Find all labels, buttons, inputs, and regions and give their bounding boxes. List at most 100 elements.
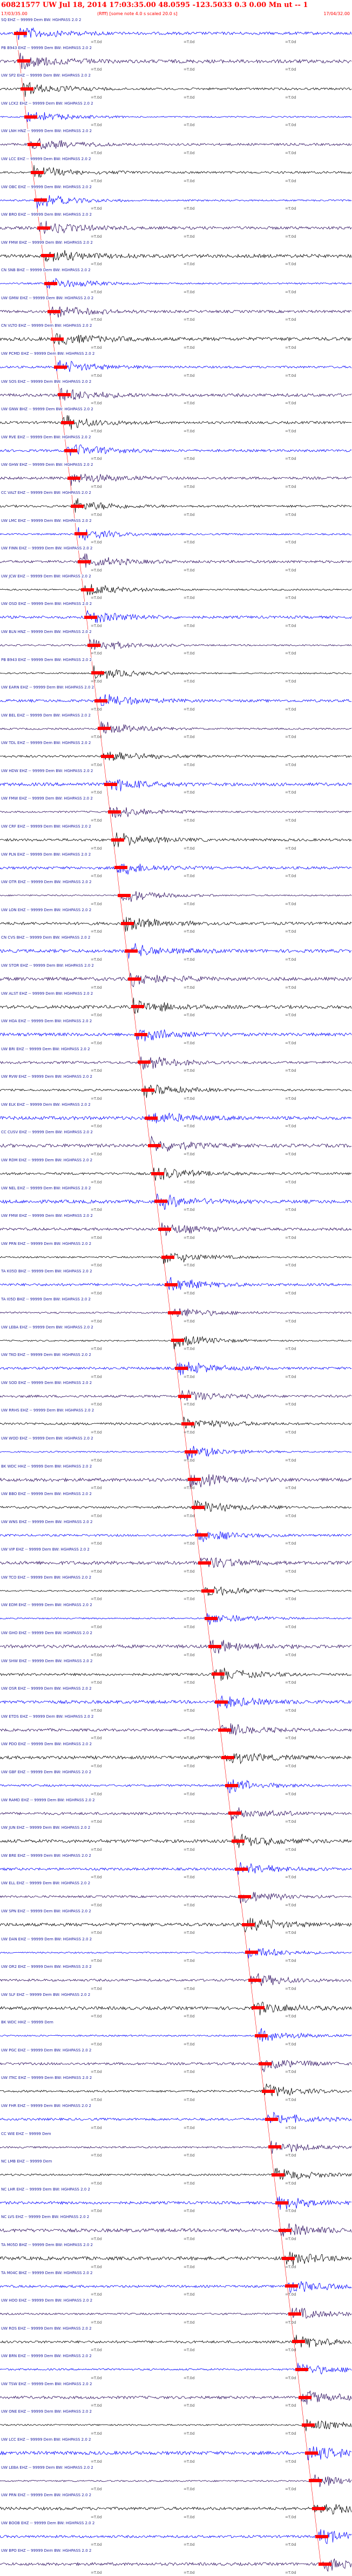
channel-label: UW BOOB EHZ -- 99999 Dem BW: HGHPASS 2.0… xyxy=(1,2520,95,2525)
time-tick-label: =T.0d xyxy=(285,484,296,489)
time-tick-label: =T.0d xyxy=(91,346,102,350)
trace-row: UW PRN EHZ -- 99999 Dem BW: HGHPASS 2.0 … xyxy=(0,2492,352,2520)
trace-row: UW SP2 EHZ -- 99999 Dem BW: HGHPASS 2.0 … xyxy=(0,73,352,101)
time-tick-label: =T.0d xyxy=(184,596,195,601)
waveform-path xyxy=(0,195,352,209)
trace-row: CC VALT EHZ -- 99999 Dem BW: HGHPASS 2.0… xyxy=(0,490,352,518)
channel-label: UW HDW EHZ -- 99999 Dem BW: HGHPASS 2.0 … xyxy=(1,768,93,773)
time-tick-label: =T.0d xyxy=(285,2209,296,2214)
time-tick-label: =T.0d xyxy=(184,2403,195,2408)
time-tick-label: =T.0d xyxy=(285,874,296,879)
time-tick-label: =T.0d xyxy=(285,1347,296,1352)
seismogram-panel: SQ EHZ -- 99999 Dem BW: HGHPASS 2.0 2 =T.… xyxy=(0,17,352,2576)
event-title: 60821577 UW Jul 18, 2014 17:03:35.00 48.… xyxy=(1,1,308,9)
time-tick-label: =T.0d xyxy=(285,985,296,990)
time-tick-label: =T.0d xyxy=(285,150,296,155)
time-tick-label: =T.0d xyxy=(184,346,195,350)
channel-label: TA M04C BHZ -- 99999 Dem BW: HGHPASS 2.0… xyxy=(1,2270,93,2275)
phase-pick-marker xyxy=(77,560,91,563)
phase-pick-marker xyxy=(94,699,107,702)
waveform-path xyxy=(0,2140,352,2154)
trace-row: UW OR2 EHZ -- 99999 Dem BW: HGHPASS 2.0 … xyxy=(0,1964,352,1992)
channel-label: UW SHW EHZ -- 99999 Dem BW: HGHPASS 2.0 … xyxy=(1,1658,93,1663)
phase-pick-marker xyxy=(275,2201,288,2205)
time-tick-label: =T.0d xyxy=(285,1931,296,1936)
time-tick-label: =T.0d xyxy=(91,150,102,155)
waveform-path xyxy=(0,832,352,848)
trace-row: UW DAN EHZ -- 99999 Dem BW: HGHPASS 2.0 … xyxy=(0,1937,352,1965)
time-tick-label: =T.0d xyxy=(184,150,195,155)
time-tick-label: =T.0d xyxy=(91,2375,102,2380)
trace-row: UW SPN EHZ -- 99999 Dem BW: HGHPASS 2.0 … xyxy=(0,1909,352,1937)
time-tick-label: =T.0d xyxy=(285,1903,296,1907)
trace-row: BK WDC HHZ -- 99999 Dem =T.0d =T.0d =T.0d xyxy=(0,2020,352,2048)
time-tick-label: =T.0d xyxy=(184,457,195,462)
time-tick-label: =T.0d xyxy=(184,568,195,573)
end-time-label: 17/04/32.00 xyxy=(323,11,350,16)
waveform-path xyxy=(0,138,352,150)
time-tick-label: =T.0d xyxy=(285,346,296,350)
waveform-path xyxy=(0,891,352,903)
waveform-path xyxy=(0,752,352,761)
waveform-path xyxy=(0,27,352,40)
waveform-path xyxy=(0,1389,352,1401)
trace-row: UW STOR EHZ -- 99999 Dem BW: HGHPASS 2.0… xyxy=(0,963,352,991)
waveform-path xyxy=(0,387,352,401)
trace-row: UW ALST EHZ -- 99999 Dem BW: HGHPASS 2.0… xyxy=(0,991,352,1019)
trace-row: CC CUSV EHZ -- 99999 Dem BW: HGHPASS 2.0… xyxy=(0,1129,352,1158)
time-tick-label: =T.0d xyxy=(184,1263,195,1268)
time-tick-label: =T.0d xyxy=(285,373,296,378)
time-tick-label: =T.0d xyxy=(285,2153,296,2158)
waveform-path xyxy=(0,863,352,874)
trace-row: UW FMW EHZ -- 99999 Dem BW: HGHPASS 2.0 … xyxy=(0,240,352,268)
channel-label: UW NEL EHZ -- 99999 Dem BW: HGHPASS 2.0 … xyxy=(1,1186,91,1190)
trace-row: UW LEBA EHZ -- 99999 Dem BW: HGHPASS 2.0… xyxy=(0,2465,352,2493)
time-tick-label: =T.0d xyxy=(91,1096,102,1101)
time-tick-label: =T.0d xyxy=(285,1319,296,1324)
channel-label: UW ITKC EHZ -- 99999 Dem BW: HGHPASS 2.0… xyxy=(1,2076,92,2081)
trace-row: UW SOS EHZ -- 99999 Dem BW: HGHPASS 2.0 … xyxy=(0,379,352,407)
trace-row: UW GMW EHZ -- 99999 Dem BW: HGHPASS 2.0 … xyxy=(0,295,352,323)
trace-row: UW OBC EHZ -- 99999 Dem BW: HGHPASS 2.0 … xyxy=(0,184,352,212)
phase-pick-marker xyxy=(51,338,64,341)
phase-pick-marker xyxy=(165,1283,178,1287)
time-tick-label: =T.0d xyxy=(285,2292,296,2297)
time-tick-label: =T.0d xyxy=(91,2014,102,2019)
waveform-path xyxy=(0,1723,352,1735)
phase-pick-marker xyxy=(295,2368,308,2372)
time-tick-label: =T.0d xyxy=(91,1319,102,1324)
phase-pick-marker xyxy=(302,2423,315,2427)
trace-row: UW LCC EHZ -- 99999 Dem BW: HGHPASS 2.0 … xyxy=(0,2437,352,2465)
waveform-path xyxy=(0,1029,352,1042)
trace-row: UW PGC EHZ -- 99999 Dem BW: HGHPASS 2.0 … xyxy=(0,2048,352,2076)
time-tick-label: =T.0d xyxy=(184,2515,195,2519)
waveform-path xyxy=(0,2474,352,2487)
phase-pick-marker xyxy=(174,1366,188,1370)
channel-label: UW SLF EHZ -- 99999 Dem BW: HGHPASS 2.0 … xyxy=(1,1992,91,1997)
channel-label: UW LMC EHZ -- 99999 Dem BW: HGHPASS 2.0 … xyxy=(1,518,92,523)
channel-label: UW RAMD EHZ -- 99999 Dem BW: HGHPASS 2.0… xyxy=(1,1797,95,1802)
time-tick-label: =T.0d xyxy=(285,234,296,239)
channel-label: UW TCO EHZ -- 99999 Dem BW: HGHPASS 2.0 … xyxy=(1,1575,92,1580)
time-tick-label: =T.0d xyxy=(91,1847,102,1852)
time-tick-label: =T.0d xyxy=(91,290,102,294)
channel-label: BK WDC HHZ -- 99999 Dem BW: HGHPASS 2.0 … xyxy=(1,1464,92,1469)
time-tick-label: =T.0d xyxy=(184,1986,195,1991)
time-tick-label: =T.0d xyxy=(184,1903,195,1907)
time-tick-label: =T.0d xyxy=(91,874,102,879)
time-tick-label: =T.0d xyxy=(285,957,296,962)
time-tick-label: =T.0d xyxy=(285,1208,296,1213)
time-tick-label: =T.0d xyxy=(91,2459,102,2464)
phase-pick-marker xyxy=(238,1895,252,1899)
time-tick-label: =T.0d xyxy=(91,2042,102,2047)
phase-pick-marker xyxy=(181,1422,194,1426)
phase-pick-marker xyxy=(208,1644,221,1648)
time-tick-label: =T.0d xyxy=(91,1152,102,1157)
time-tick-label: =T.0d xyxy=(184,178,195,183)
time-tick-label: =T.0d xyxy=(285,318,296,322)
phase-pick-marker xyxy=(194,1533,208,1537)
time-tick-label: =T.0d xyxy=(91,1402,102,1407)
waveform-path xyxy=(0,2419,352,2432)
channel-label: UW BEL EHZ -- 99999 Dem BW: HGHPASS 2.0 … xyxy=(1,713,91,718)
phase-pick-marker xyxy=(98,727,111,731)
